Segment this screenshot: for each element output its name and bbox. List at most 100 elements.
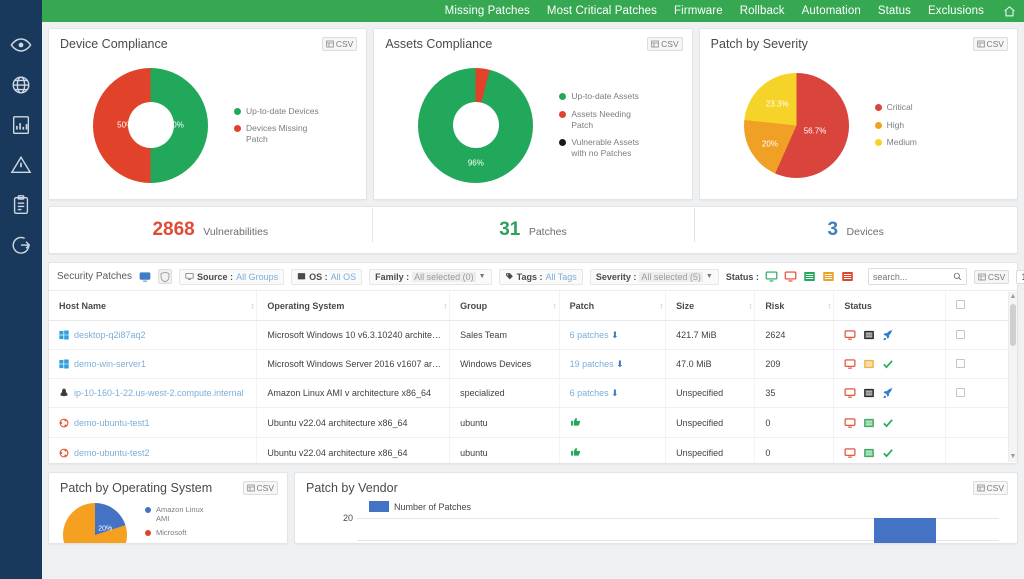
- eye-icon[interactable]: [10, 34, 32, 56]
- cell-risk[interactable]: 2624: [754, 320, 835, 350]
- sort-icon[interactable]: ↕: [659, 301, 663, 310]
- rocket-blue-icon[interactable]: [882, 387, 894, 399]
- sort-icon[interactable]: ↕: [443, 301, 447, 310]
- monitor-icon[interactable]: [139, 269, 151, 284]
- column-host-name[interactable]: Host Name ↕: [49, 291, 258, 321]
- chevron-down-icon[interactable]: ▼: [479, 273, 486, 280]
- sort-icon[interactable]: ↕: [553, 301, 557, 310]
- list-orange-icon[interactable]: [863, 358, 875, 370]
- nav-missing-patches[interactable]: Missing Patches: [445, 5, 530, 17]
- shield-icon[interactable]: [158, 269, 173, 284]
- monitor-red-icon[interactable]: [844, 358, 856, 370]
- table-row[interactable]: demo-ubuntu-test2 Ubuntu v22.04 architec…: [49, 437, 1017, 463]
- monitor-red-icon[interactable]: [784, 270, 797, 283]
- select-all-checkbox[interactable]: [955, 300, 965, 309]
- sort-icon[interactable]: ↕: [250, 301, 254, 310]
- monitor-red-icon[interactable]: [844, 447, 856, 459]
- nav-firmware[interactable]: Firmware: [674, 5, 723, 17]
- csv-export-button-table[interactable]: CSV: [973, 269, 1010, 284]
- row-checkbox[interactable]: [955, 358, 965, 368]
- card-header: Patch by Severity CSV: [700, 29, 1017, 51]
- nav-automation[interactable]: Automation: [802, 5, 861, 17]
- scrollbar-thumb[interactable]: [1010, 304, 1016, 346]
- patch-link[interactable]: 6 patches: [570, 388, 609, 398]
- check-green-icon[interactable]: [882, 358, 894, 370]
- rocket-blue-icon[interactable]: [882, 329, 894, 341]
- column-label: Status: [844, 300, 872, 311]
- column-group[interactable]: Group ↕: [449, 291, 560, 321]
- host-name-link[interactable]: demo-ubuntu-test1: [74, 418, 150, 428]
- monitor-red-icon[interactable]: [844, 417, 856, 429]
- patch-link[interactable]: 6 patches: [570, 330, 609, 340]
- chevron-down-icon[interactable]: ▼: [706, 273, 713, 280]
- download-icon[interactable]: ⬇: [616, 359, 624, 369]
- home-icon[interactable]: [1003, 5, 1016, 18]
- column-size[interactable]: Size ↕: [665, 291, 756, 321]
- nav-rollback[interactable]: Rollback: [740, 5, 785, 17]
- monitor-red-icon[interactable]: [844, 329, 856, 341]
- list-green-icon[interactable]: [863, 417, 875, 429]
- filter-tags[interactable]: Tags : All Tags: [498, 268, 583, 285]
- monitor-green-icon[interactable]: [765, 270, 778, 283]
- table-scrollbar[interactable]: ▲ ▼: [1008, 292, 1016, 462]
- globe-shield-icon[interactable]: [10, 74, 32, 96]
- nav-most-critical-patches[interactable]: Most Critical Patches: [547, 5, 657, 17]
- list-green-icon[interactable]: [803, 270, 816, 283]
- sort-icon[interactable]: ↕: [748, 301, 752, 310]
- host-name-link[interactable]: desktop-q2i87aq2: [74, 330, 146, 340]
- monitor-red-icon[interactable]: [844, 387, 856, 399]
- clipboard-icon[interactable]: [10, 194, 32, 216]
- filter-severity[interactable]: Severity : All selected (5) ▼: [589, 268, 719, 285]
- host-name-link[interactable]: demo-ubuntu-test2: [74, 448, 150, 458]
- cell-risk[interactable]: 0: [754, 407, 835, 438]
- cell-risk[interactable]: 209: [754, 349, 835, 379]
- filter-family[interactable]: Family : All selected (0) ▼: [369, 268, 492, 285]
- column-risk[interactable]: Risk ↕: [754, 291, 835, 321]
- logout-icon[interactable]: [10, 234, 32, 256]
- list-green-icon[interactable]: [863, 447, 875, 459]
- csv-export-button-patch-by-vendor[interactable]: CSV: [972, 481, 1008, 495]
- patch-link[interactable]: 19 patches: [570, 359, 614, 369]
- scroll-down-arrow[interactable]: ▼: [1009, 452, 1017, 462]
- csv-export-button-device-compliance[interactable]: CSV: [321, 37, 358, 51]
- table-row[interactable]: desktop-q2i87aq2 Microsoft Windows 10 v6…: [49, 320, 1017, 350]
- cell-risk[interactable]: 35: [754, 378, 835, 408]
- search-input[interactable]: [868, 271, 949, 282]
- list-dark-icon[interactable]: [863, 387, 875, 399]
- warning-triangle-icon[interactable]: [10, 154, 32, 176]
- list-red-icon[interactable]: [841, 270, 854, 283]
- column-operating-system[interactable]: Operating System ↕: [256, 291, 451, 321]
- check-green-icon[interactable]: [882, 447, 894, 459]
- column-patch[interactable]: Patch ↕: [559, 291, 667, 321]
- cell-patch: [559, 407, 667, 438]
- row-checkbox[interactable]: [955, 329, 965, 339]
- nav-exclusions[interactable]: Exclusions: [928, 5, 984, 17]
- filter-source[interactable]: Source : All Groups: [179, 268, 285, 285]
- list-orange-icon[interactable]: [822, 270, 835, 283]
- nav-status[interactable]: Status: [878, 5, 911, 17]
- filter-os[interactable]: OS : All OS: [291, 268, 363, 285]
- csv-export-button-patch-by-severity[interactable]: CSV: [972, 37, 1008, 51]
- download-icon[interactable]: ⬇: [611, 388, 619, 398]
- csv-export-button-assets-compliance[interactable]: CSV: [647, 37, 683, 51]
- report-icon[interactable]: [10, 114, 32, 136]
- check-green-icon[interactable]: [882, 417, 894, 429]
- host-name-link[interactable]: demo-win-server1: [74, 359, 146, 369]
- row-checkbox[interactable]: [955, 387, 965, 397]
- sort-icon[interactable]: ↕: [827, 301, 831, 310]
- scroll-up-arrow[interactable]: ▲: [1009, 292, 1017, 302]
- csv-export-button-patch-by-os[interactable]: CSV: [242, 481, 278, 495]
- stat-vulnerabilities: 2868 Vulnerabilities: [49, 219, 372, 241]
- bar-number-of-patches[interactable]: [874, 518, 936, 543]
- table-row[interactable]: ip-10-160-1-22.us-west-2.compute.interna…: [49, 378, 1017, 408]
- table-row[interactable]: demo-ubuntu-test1 Ubuntu v22.04 architec…: [49, 407, 1017, 438]
- host-name-link[interactable]: ip-10-160-1-22.us-west-2.compute.interna…: [74, 388, 244, 398]
- card-header: Device Compliance CSV: [49, 29, 366, 51]
- page-size-select[interactable]: 15 ▼: [1016, 269, 1024, 284]
- column-status[interactable]: Status: [833, 291, 946, 321]
- download-icon[interactable]: ⬇: [611, 330, 619, 340]
- table-row[interactable]: demo-win-server1 Microsoft Windows Serve…: [49, 349, 1017, 379]
- list-dark-icon[interactable]: [863, 329, 875, 341]
- cell-risk[interactable]: 0: [754, 437, 835, 463]
- search-icon[interactable]: [949, 272, 966, 281]
